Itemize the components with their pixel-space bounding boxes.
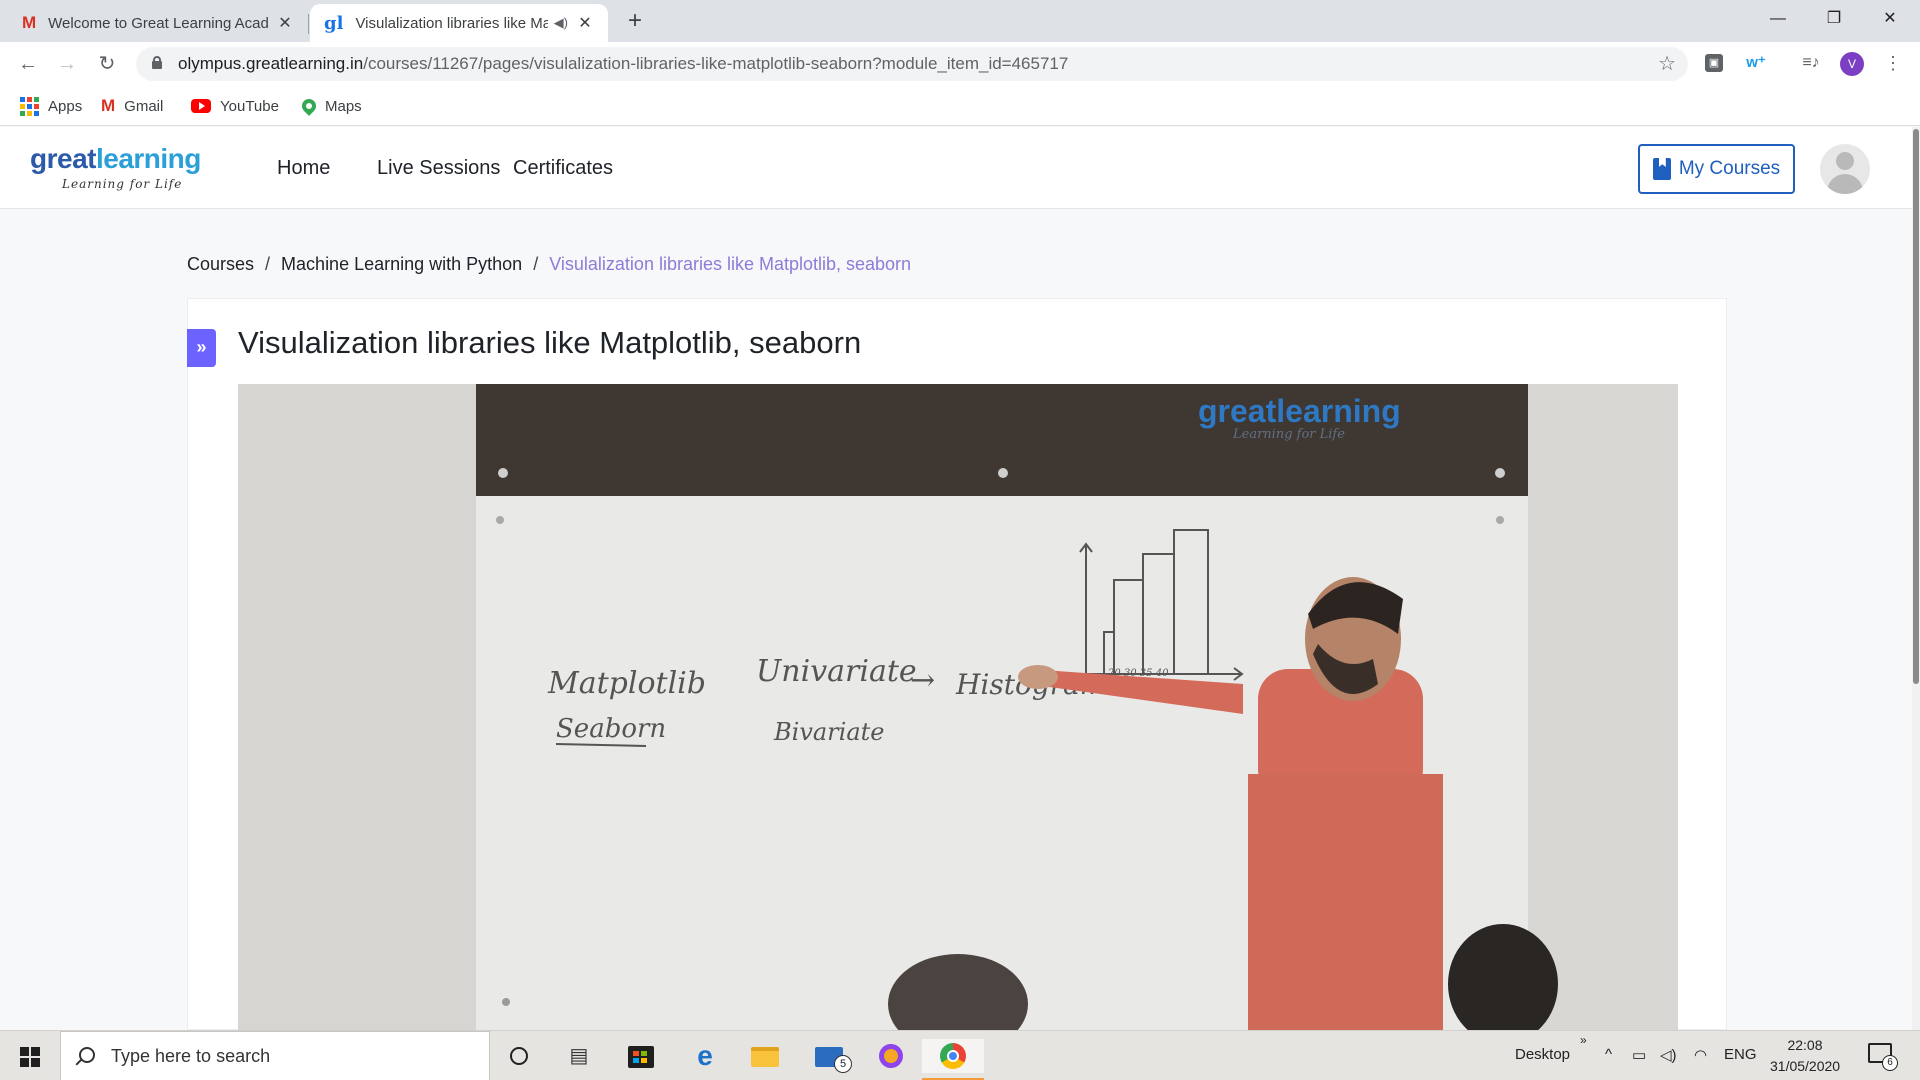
extension-icon[interactable]: ▣ (1705, 54, 1723, 72)
menu-kebab-icon[interactable]: ⋮ (1882, 52, 1904, 74)
breadcrumb-separator: / (533, 254, 539, 274)
bookmark-label: Maps (325, 97, 362, 115)
mail-icon[interactable]: 5 (806, 1039, 852, 1073)
page-title: Visulalization libraries like Matplotlib… (238, 325, 862, 360)
wb-seaborn-text: Seaborn (556, 714, 666, 744)
wb-arrow-text: → (910, 663, 935, 698)
profile-avatar[interactable]: V (1840, 52, 1864, 76)
battery-icon[interactable]: ▭ (1632, 1046, 1646, 1064)
nav-certificates[interactable]: Certificates (513, 157, 613, 180)
youtube-icon (191, 99, 211, 113)
maps-icon (299, 96, 319, 116)
breadcrumb: Courses / Machine Learning with Python / Vis… (187, 254, 911, 275)
task-view-icon[interactable]: ▤ (556, 1039, 602, 1073)
back-arrow-icon[interactable]: ← (14, 50, 42, 78)
bookmark-gmail[interactable]: M Gmail (101, 94, 163, 118)
greatlearning-logo[interactable]: greatlearning Learning for Life (30, 143, 201, 191)
wplus-extension-icon[interactable]: w⁺ (1745, 52, 1767, 74)
file-explorer-icon[interactable] (742, 1039, 788, 1073)
mail-badge: 5 (834, 1055, 852, 1073)
clock-time: 22:08 (1787, 1037, 1823, 1053)
clock-date: 31/05/2020 (1770, 1058, 1841, 1074)
forward-arrow-icon[interactable]: → (53, 50, 81, 78)
speaker-icon[interactable]: ◀) (554, 15, 568, 31)
tab-greatlearning[interactable]: gl Visulalization libraries like Matplot… (310, 4, 608, 42)
desktop-toolbar-label[interactable]: Desktop (1515, 1046, 1570, 1063)
wifi-icon[interactable]: ◠ (1694, 1046, 1707, 1064)
bookmark-youtube[interactable]: YouTube (191, 94, 279, 118)
page-scrollbar[interactable] (1912, 127, 1920, 1030)
notification-badge: 6 (1882, 1055, 1898, 1071)
bookmark-apps[interactable]: Apps (20, 94, 82, 118)
system-clock[interactable]: 22:08 31/05/2020 (1770, 1035, 1840, 1077)
close-tab-icon[interactable]: ✕ (276, 13, 294, 33)
breadcrumb-courses[interactable]: Courses (187, 254, 254, 274)
language-indicator[interactable]: ENG (1724, 1046, 1757, 1063)
browser-tab-bar: M Welcome to Great Learning Academy ✕ gl… (0, 0, 1920, 42)
wb-matplotlib-text: Matplotlib (547, 666, 706, 701)
breadcrumb-course[interactable]: Machine Learning with Python (281, 254, 522, 274)
search-placeholder: Type here to search (111, 1046, 271, 1066)
close-tab-icon[interactable]: ✕ (576, 13, 594, 33)
bookmark-star-icon[interactable]: ☆ (1658, 51, 1676, 76)
breadcrumb-current: Visulalization libraries like Matplotlib… (549, 254, 912, 274)
url-text[interactable]: olympus.greatlearning.in/courses/11267/p… (178, 54, 1068, 74)
tray-chevron-up-icon[interactable]: ^ (1605, 1046, 1612, 1063)
chrome-icon[interactable] (922, 1039, 984, 1080)
bookmark-label: Gmail (124, 97, 164, 115)
bookmark-label: Apps (48, 97, 83, 115)
cortana-icon[interactable] (496, 1039, 542, 1073)
brave-icon[interactable] (868, 1039, 914, 1073)
video-frame: Matplotlib Seaborn Univariate → Histogra… (238, 384, 1678, 1030)
restore-button[interactable]: ❐ (1806, 0, 1862, 38)
video-player[interactable]: Matplotlib Seaborn Univariate → Histogra… (238, 384, 1678, 1030)
new-tab-button[interactable]: + (620, 6, 650, 36)
media-control-icon[interactable]: ≡♪ (1800, 52, 1822, 74)
close-window-button[interactable]: ✕ (1862, 0, 1918, 38)
logo-tagline: Learning for Life (62, 177, 183, 191)
my-courses-button[interactable]: My Courses (1638, 144, 1795, 194)
address-bar[interactable]: olympus.greatlearning.in/courses/11267/p… (136, 47, 1688, 81)
minimize-button[interactable]: — (1750, 0, 1806, 38)
browser-toolbar: ← → ↻ olympus.greatlearning.in/courses/1… (0, 42, 1920, 86)
gmail-icon: M (101, 96, 116, 115)
nav-home[interactable]: Home (277, 157, 330, 180)
user-avatar[interactable] (1820, 144, 1870, 194)
bookmark-maps[interactable]: Maps (299, 94, 362, 118)
my-courses-label: My Courses (1678, 158, 1781, 179)
gmail-icon: M (22, 13, 37, 32)
watermark-tagline: Learning for Life (1232, 427, 1345, 442)
breadcrumb-separator: / (265, 254, 271, 274)
taskbar-search-box[interactable]: Type here to search (60, 1031, 490, 1080)
toolbar-expand-icon[interactable]: » (1580, 1033, 1587, 1047)
greatlearning-icon: gl (324, 12, 344, 34)
book-icon (1652, 158, 1671, 180)
tab-separator (308, 14, 309, 34)
windows-taskbar: Type here to search ▤ e 5 Desktop » ^ ▭ … (0, 1030, 1920, 1080)
tab-gmail[interactable]: M Welcome to Great Learning Academy ✕ (8, 4, 308, 42)
lock-icon[interactable] (152, 56, 162, 69)
scrollbar-thumb[interactable] (1913, 129, 1919, 684)
nav-live-sessions[interactable]: Live Sessions (377, 157, 500, 180)
windows-start-icon[interactable] (20, 1047, 40, 1067)
wb-univariate-text: Univariate (756, 654, 917, 689)
bookmark-label: YouTube (220, 97, 279, 115)
reload-icon[interactable]: ↻ (93, 50, 121, 78)
watermark-logo: greatlearning (1198, 393, 1401, 429)
notification-center-icon[interactable]: 6 (1868, 1043, 1898, 1071)
expand-sidebar-button[interactable]: » (187, 329, 216, 367)
search-icon (79, 1047, 95, 1063)
volume-icon[interactable]: ◁) (1660, 1046, 1677, 1064)
apps-grid-icon (20, 96, 39, 116)
edge-icon[interactable]: e (682, 1039, 728, 1073)
tab-title: Welcome to Great Learning Academy (48, 14, 268, 32)
wb-bivariate-text: Bivariate (773, 718, 884, 746)
microsoft-store-icon[interactable] (618, 1039, 664, 1073)
tab-title: Visulalization libraries like Matplotlib… (355, 14, 548, 32)
site-header: greatlearning Learning for Life Home Liv… (0, 127, 1912, 209)
bookmarks-bar: Apps M Gmail YouTube Maps (0, 86, 1920, 126)
